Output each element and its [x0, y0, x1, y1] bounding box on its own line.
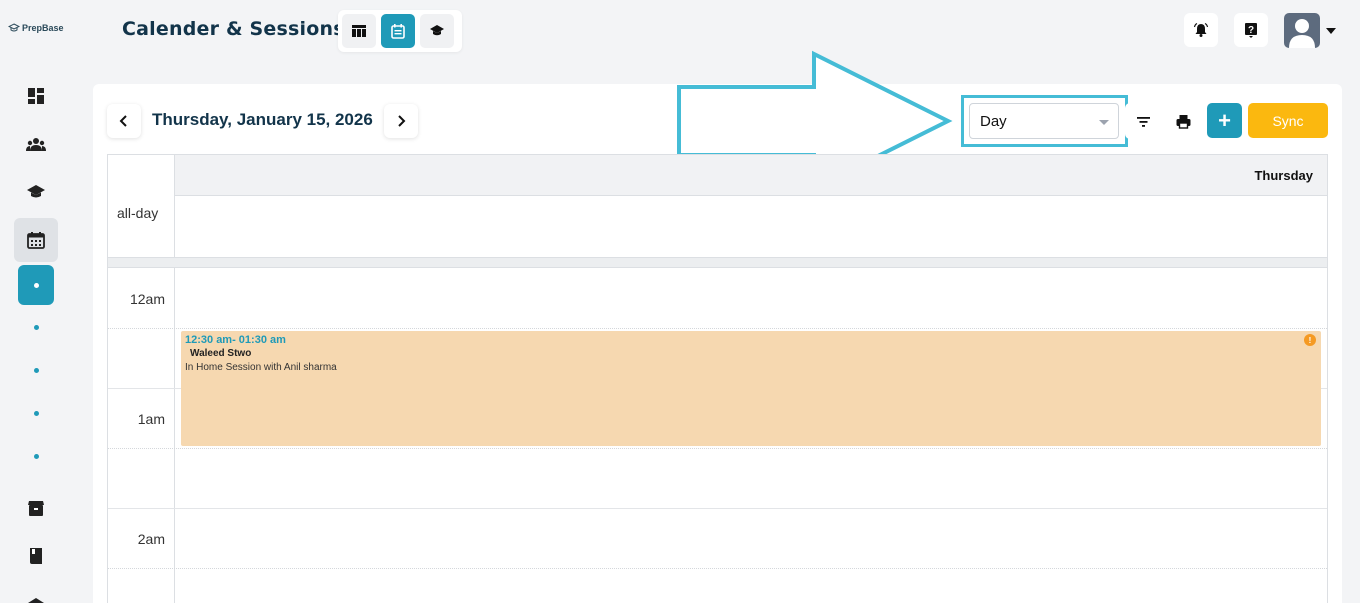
- archive-box-icon: [28, 501, 44, 516]
- calendar-view-button[interactable]: [381, 14, 415, 48]
- page-title: Calender & Sessions: [122, 18, 345, 40]
- day-header-label: Thursday: [1254, 168, 1313, 183]
- event-time: 12:30 am- 01:30 am: [185, 334, 286, 346]
- graduation-cap-icon: [430, 25, 444, 36]
- calendar-event[interactable]: 12:30 am- 01:30 am Waleed Stwo In Home S…: [181, 331, 1321, 446]
- filter-button[interactable]: [1125, 103, 1161, 139]
- users-icon: [26, 138, 46, 151]
- hour-line: [108, 508, 1327, 509]
- svg-text:?: ?: [1248, 25, 1254, 36]
- dashboard-icon: [28, 88, 44, 104]
- sidebar-subitem-4[interactable]: [34, 411, 39, 416]
- chevron-right-icon: [398, 115, 406, 127]
- sidebar-item-inventory[interactable]: [14, 486, 58, 530]
- table-view-button[interactable]: [342, 14, 376, 48]
- add-session-button[interactable]: +: [1207, 103, 1242, 138]
- event-description: In Home Session with Anil sharma: [185, 362, 337, 373]
- user-avatar-icon: [1289, 19, 1315, 48]
- sidebar-subitem-3[interactable]: [34, 368, 39, 373]
- print-button[interactable]: [1165, 103, 1201, 139]
- all-day-separator: [108, 257, 1327, 268]
- brand-logo[interactable]: PrepBase: [8, 22, 64, 34]
- time-label-2am: 2am: [137, 531, 165, 547]
- school-icon: [28, 598, 44, 603]
- sidebar-item-users[interactable]: [14, 123, 58, 167]
- filter-icon: [1136, 116, 1150, 127]
- current-date: Thursday, January 15, 2026: [152, 110, 373, 129]
- view-switch: [338, 10, 462, 52]
- table-view-icon: [352, 25, 366, 37]
- alert-icon[interactable]: !: [1304, 334, 1316, 346]
- sidebar-item-dashboard[interactable]: [14, 74, 58, 118]
- help-icon: ?: [1245, 23, 1257, 38]
- sidebar-item-more[interactable]: [14, 584, 58, 603]
- book-icon: [30, 548, 42, 564]
- notifications-button[interactable]: [1184, 13, 1218, 47]
- sync-button[interactable]: Sync: [1248, 103, 1328, 138]
- account-menu-caret-icon[interactable]: [1326, 28, 1336, 34]
- sidebar-item-calendar[interactable]: [14, 218, 58, 262]
- next-day-button[interactable]: [384, 104, 418, 138]
- chevron-left-icon: [119, 115, 127, 127]
- graduation-cap-icon: [27, 185, 45, 198]
- graduation-cap-logo-icon: [8, 23, 20, 32]
- sidebar: PrepBase: [0, 0, 72, 603]
- help-button[interactable]: ?: [1234, 13, 1268, 47]
- time-label-12am: 12am: [129, 291, 165, 307]
- half-hour-line: [108, 568, 1327, 569]
- calendar-icon: [27, 232, 45, 249]
- all-day-label: all-day: [117, 205, 159, 221]
- previous-day-button[interactable]: [107, 104, 141, 138]
- logo-text: PrepBase: [22, 23, 64, 33]
- sidebar-subitem-2[interactable]: [34, 325, 39, 330]
- sidebar-subitem-5[interactable]: [34, 454, 39, 459]
- day-column-header: Thursday: [174, 155, 1327, 196]
- time-axis-divider: [174, 155, 175, 603]
- dot-icon: [33, 282, 39, 288]
- sidebar-item-courses[interactable]: [14, 170, 58, 214]
- sidebar-item-resources[interactable]: [14, 534, 58, 578]
- half-hour-line: [108, 328, 1327, 329]
- print-icon: [1176, 114, 1190, 129]
- sessions-view-button[interactable]: [420, 14, 454, 48]
- half-hour-line: [108, 448, 1327, 449]
- notification-bell-icon: [1193, 22, 1209, 37]
- time-label-1am: 1am: [137, 411, 165, 427]
- annotation-highlight-box: [961, 95, 1128, 147]
- calendar-view-icon: [391, 24, 405, 39]
- event-student-name: Waleed Stwo: [190, 348, 252, 359]
- sidebar-subitem-active[interactable]: [18, 265, 54, 305]
- avatar[interactable]: [1284, 13, 1320, 48]
